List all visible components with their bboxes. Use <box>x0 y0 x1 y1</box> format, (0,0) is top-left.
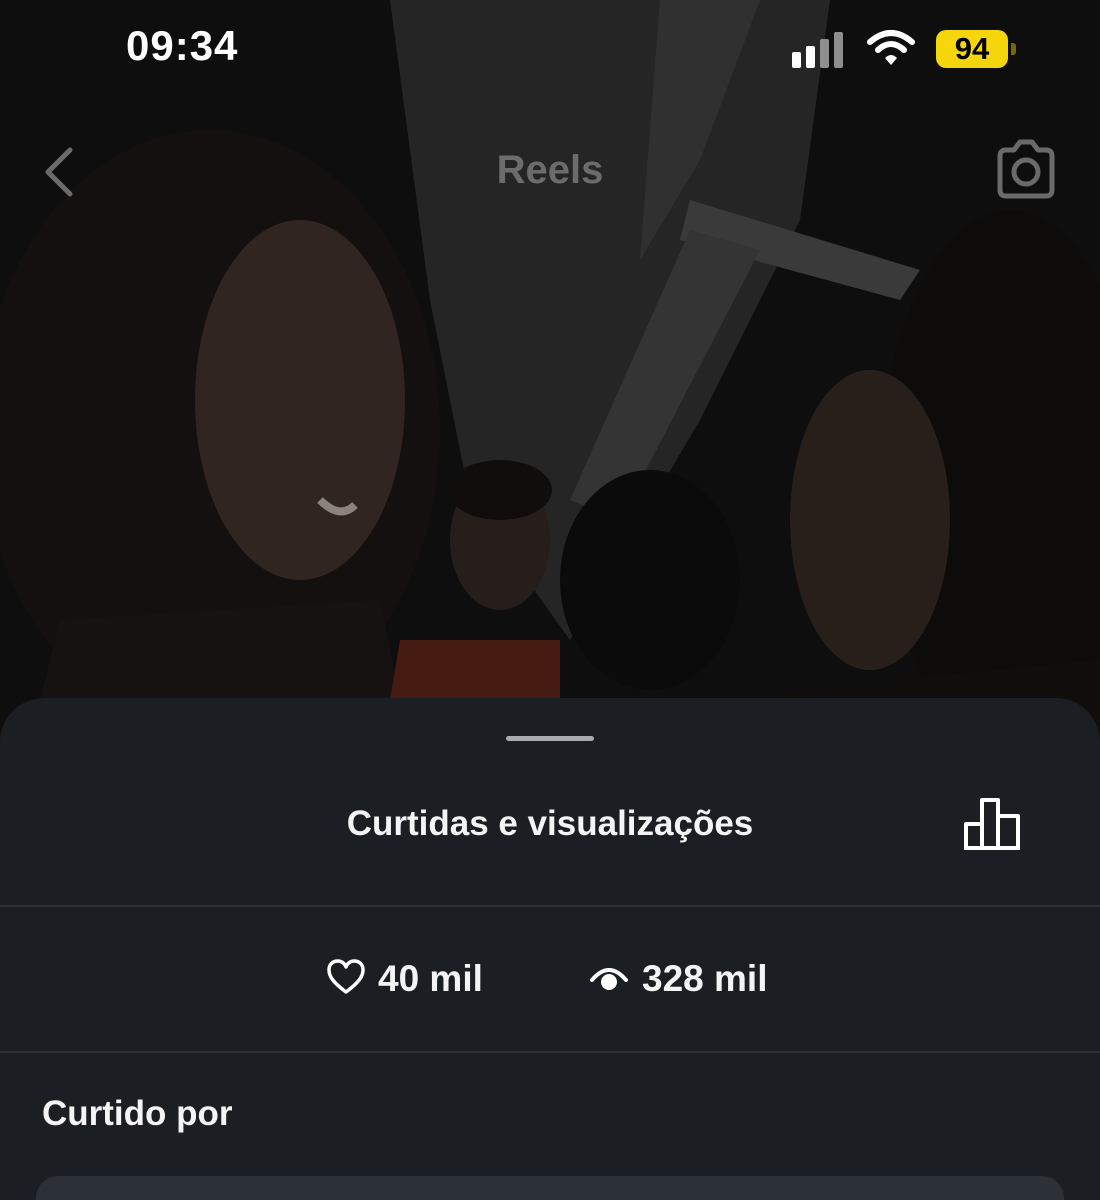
bar-chart-icon[interactable] <box>962 794 1022 859</box>
reels-header: Reels <box>0 120 1100 220</box>
likes-stat: 40 mil <box>326 957 483 1001</box>
views-count: 328 mil <box>642 958 768 999</box>
views-stat: 328 mil <box>588 957 767 1001</box>
sheet-title: Curtidas e visualizações <box>346 804 754 843</box>
likes-count: 40 mil <box>378 958 483 999</box>
wifi-icon <box>866 28 916 73</box>
signal-icon <box>790 30 846 75</box>
liked-by-search-input[interactable] <box>36 1176 1064 1200</box>
stats-row: 40 mil 328 mil <box>0 905 1100 1051</box>
likes-views-sheet: Curtidas e visualizações 40 mil 328 mil … <box>0 698 1100 1200</box>
heart-icon <box>326 958 366 1001</box>
status-bar: 09:34 94 <box>0 0 1100 100</box>
reel-video-frame <box>0 0 1100 760</box>
reel-video-background <box>0 0 1100 760</box>
liked-by-heading: Curtido por <box>42 1094 233 1133</box>
reels-title: Reels <box>496 148 604 192</box>
status-time: 09:34 <box>126 22 239 69</box>
divider <box>0 1051 1100 1053</box>
reels-likes-screen: 09:34 94 Reels Curtidas e visualizações … <box>0 0 1100 1200</box>
battery-indicator: 94 <box>936 30 1008 68</box>
camera-icon[interactable] <box>992 138 1060 207</box>
battery-icon <box>1011 43 1016 55</box>
sheet-drag-handle[interactable] <box>506 736 594 741</box>
eye-icon <box>588 958 630 1001</box>
